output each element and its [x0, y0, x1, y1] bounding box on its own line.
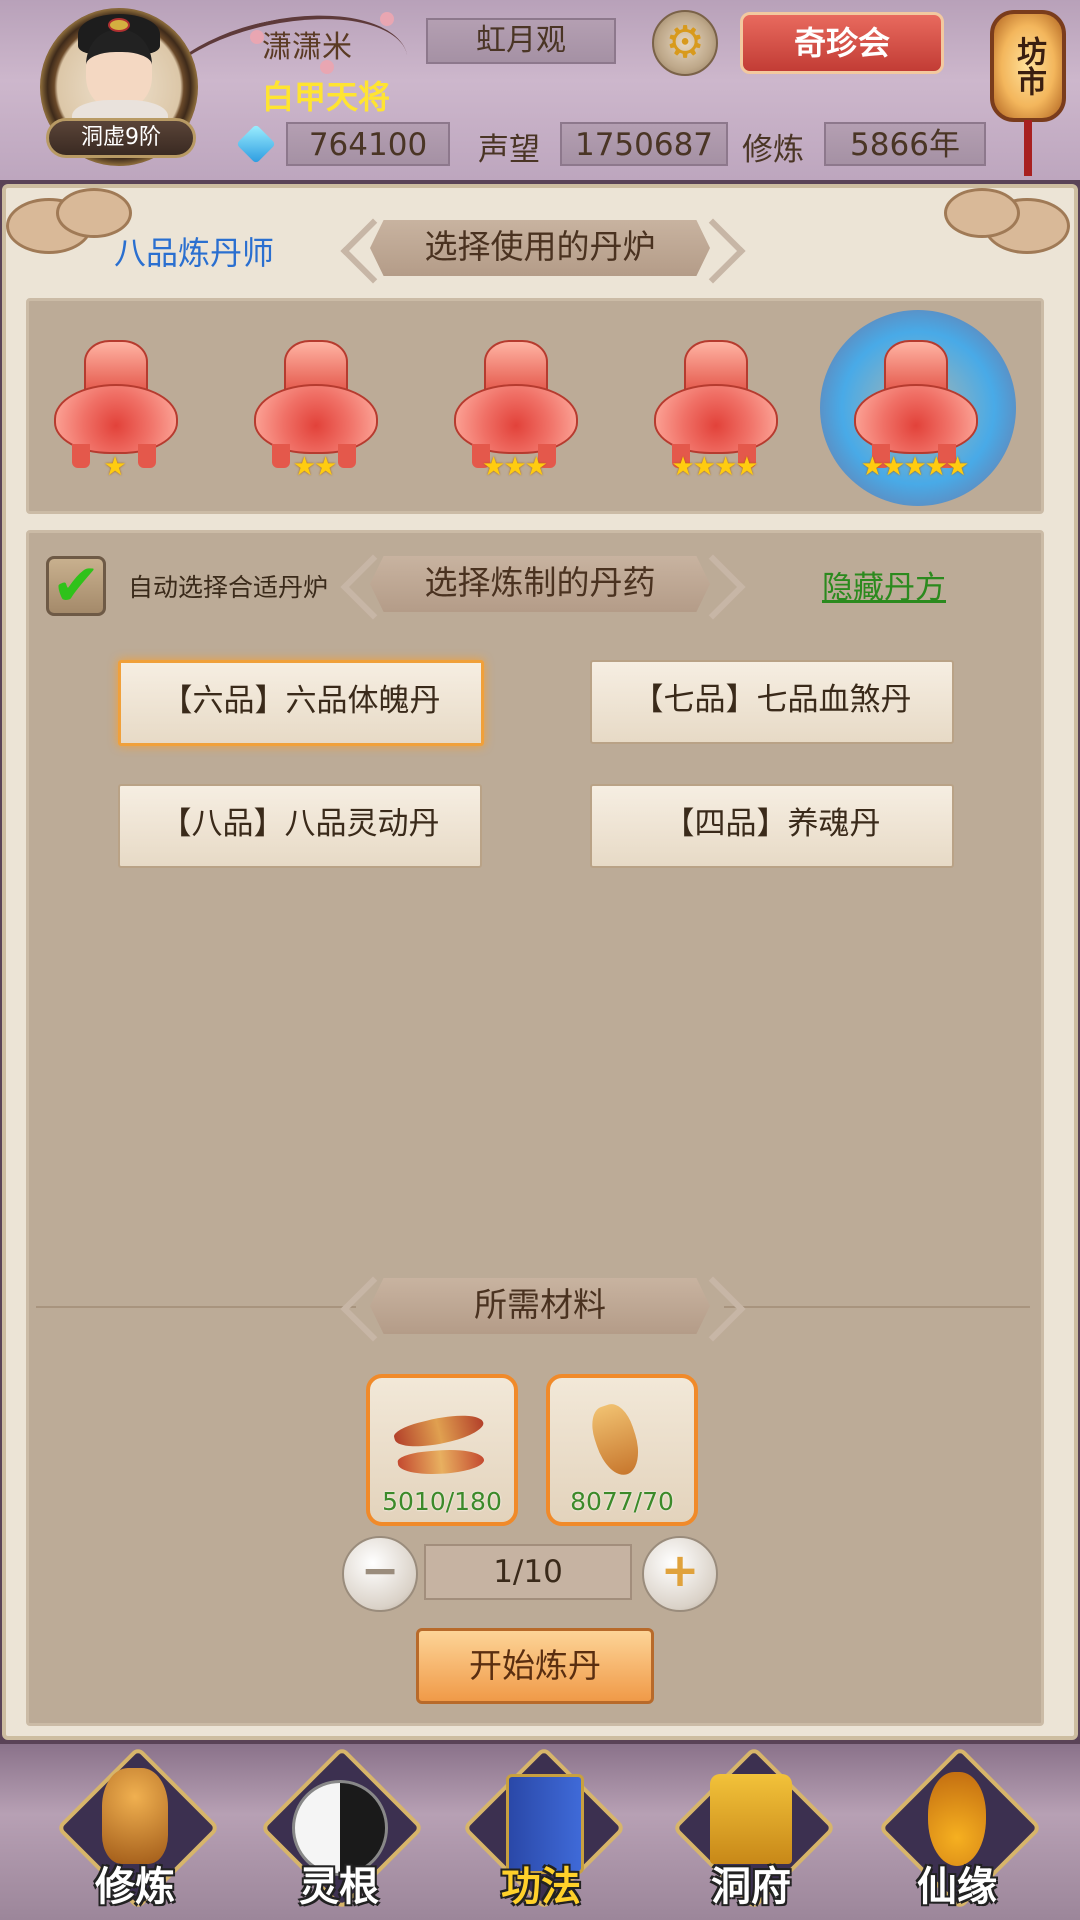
nav-label: 仙缘: [917, 1864, 997, 1910]
prestige-label: 声望: [478, 132, 540, 168]
recipe-section-title: 选择炼制的丹药: [370, 556, 710, 612]
furnace-4-star[interactable]: ★★★★: [646, 340, 782, 490]
material-count: 8077/70: [570, 1487, 674, 1516]
alchemist-rank: 八品炼丹师: [114, 234, 275, 272]
rank-badge: 洞虚9阶: [46, 118, 196, 158]
start-alchemy-button[interactable]: 开始炼丹: [416, 1628, 654, 1704]
furnace-1-star[interactable]: ★: [46, 340, 182, 490]
treasure-fair-button[interactable]: 奇珍会: [740, 12, 944, 74]
hide-recipe-link[interactable]: 隐藏丹方: [822, 562, 946, 607]
cordyceps-icon-lower: [396, 1445, 486, 1479]
nav-techniques[interactable]: 功法: [461, 1745, 627, 1911]
material-slot-cordyceps[interactable]: 5010/180: [366, 1374, 518, 1526]
furnace-3-star[interactable]: ★★★: [446, 340, 582, 490]
cultivation-label: 修炼: [742, 132, 804, 168]
nav-cave-dwelling[interactable]: 洞府: [671, 1745, 837, 1911]
prestige-value: 1750687: [560, 122, 728, 166]
auto-select-checkbox[interactable]: ✔: [46, 556, 106, 616]
decrease-quantity-button[interactable]: −: [342, 1536, 418, 1612]
star-rating: ★★★★★: [860, 452, 970, 482]
recipe-button-agility-pill[interactable]: 【八品】八品灵动丹: [118, 784, 482, 868]
ginseng-icon: [585, 1399, 647, 1481]
avatar-hairpin: [108, 18, 130, 32]
market-lantern-button[interactable]: 坊市: [990, 10, 1066, 122]
nav-immortal-fate[interactable]: 仙缘: [877, 1745, 1043, 1911]
divider-left: [36, 1306, 356, 1308]
increase-quantity-button[interactable]: +: [642, 1536, 718, 1612]
cordyceps-icon: [392, 1407, 486, 1455]
location-label: 虹月观: [426, 18, 616, 64]
nav-spirit-root[interactable]: 灵根: [259, 1745, 425, 1911]
furnace-section-title: 选择使用的丹炉: [370, 220, 710, 276]
avatar-face: [86, 30, 152, 108]
player-name: 潇潇米: [262, 30, 352, 65]
settings-gear-icon[interactable]: ⚙: [652, 10, 718, 76]
nav-label: 灵根: [299, 1864, 379, 1910]
star-rating: ★★★: [482, 452, 548, 482]
divider-right: [724, 1306, 1030, 1308]
gem-count: 764100: [286, 122, 450, 166]
nav-cultivation[interactable]: 修炼: [55, 1745, 221, 1911]
nav-label: 洞府: [711, 1864, 791, 1910]
materials-section-title: 所需材料: [370, 1278, 710, 1334]
recipe-button-body-pill[interactable]: 【六品】六品体魄丹: [118, 660, 484, 746]
meditating-monk-icon: [102, 1768, 168, 1864]
pagoda-icon: [710, 1774, 792, 1864]
player-title: 白甲天将: [262, 78, 391, 116]
quantity-display[interactable]: 1/10: [424, 1544, 632, 1600]
auto-select-label: 自动选择合适丹炉: [128, 573, 329, 602]
furnace-2-star[interactable]: ★★: [246, 340, 382, 490]
recipe-button-soul-pill[interactable]: 【四品】养魂丹: [590, 784, 954, 868]
star-rating: ★★★★: [671, 452, 758, 482]
material-count: 5010/180: [382, 1487, 502, 1516]
gourd-icon: [928, 1772, 986, 1866]
recipe-button-blood-pill[interactable]: 【七品】七品血煞丹: [590, 660, 954, 744]
lantern-tassel: [1024, 120, 1032, 176]
cultivation-value: 5866年: [824, 122, 986, 166]
nav-label: 功法: [501, 1864, 581, 1910]
star-rating: ★★: [292, 452, 338, 482]
star-rating: ★: [103, 452, 126, 482]
cloud-ornament-right: [924, 188, 1074, 258]
material-slot-ginseng[interactable]: 8077/70: [546, 1374, 698, 1526]
furnace-5-star[interactable]: ★★★★★: [846, 340, 982, 490]
nav-label: 修炼: [95, 1864, 175, 1910]
